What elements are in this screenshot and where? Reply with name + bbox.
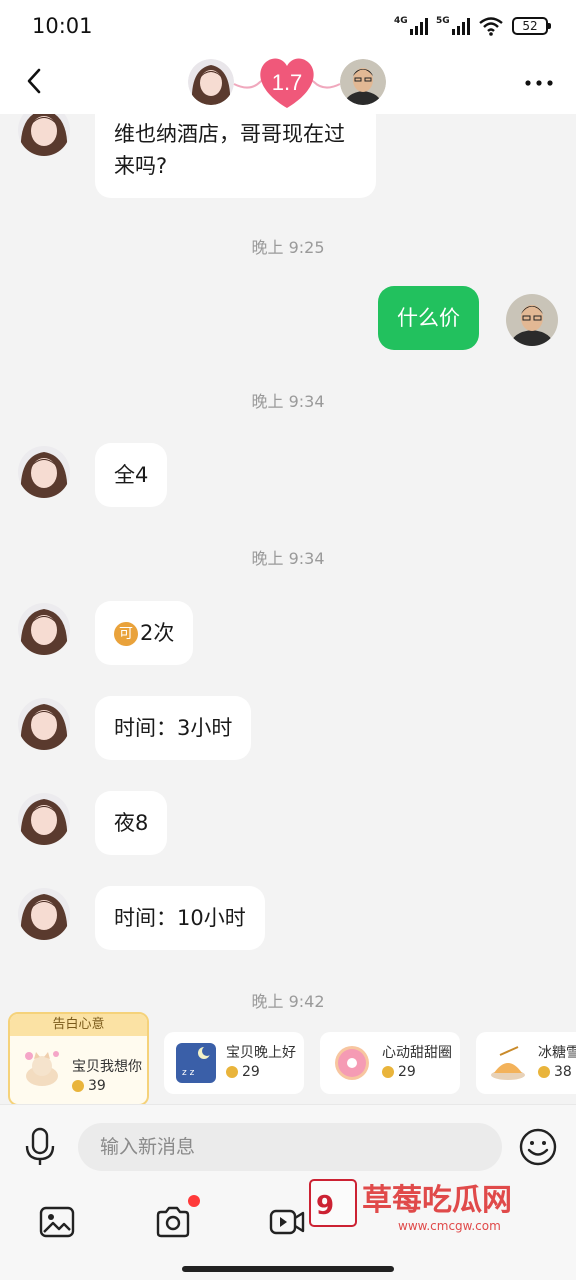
gift-strip[interactable]: 告白心意 宝贝我想你 39 z z 宝贝晚上好 29 心动甜甜圈 29 冰糖雪 …: [0, 1010, 576, 1106]
her-avatar-icon: [18, 888, 70, 940]
gift-item-featured[interactable]: 告白心意 宝贝我想你 39: [8, 1012, 149, 1106]
her-avatar[interactable]: [18, 698, 70, 750]
gift-item[interactable]: 冰糖雪 38: [476, 1032, 576, 1094]
timestamp: 晚上 9:34: [251, 549, 325, 568]
gift-name: 宝贝我想你: [72, 1059, 142, 1075]
gift-price: 29: [226, 1064, 260, 1080]
my-avatar-icon[interactable]: [340, 59, 386, 105]
chat-header: 1.7: [0, 52, 576, 114]
wifi-icon: [479, 17, 503, 36]
her-avatar-icon: [18, 114, 70, 156]
home-indicator[interactable]: [182, 1266, 394, 1272]
good-night-card-icon: z z: [176, 1043, 216, 1083]
gift-price: 39: [72, 1078, 106, 1094]
coin-icon: [538, 1066, 550, 1078]
status-icons: 4G 5G 52: [394, 16, 551, 36]
gift-name: 冰糖雪: [538, 1045, 576, 1061]
watermark-url: www.cmcgw.com: [398, 1219, 501, 1233]
cat-gift-icon: [25, 1051, 59, 1086]
her-avatar[interactable]: [18, 446, 70, 498]
gift-price-value: 29: [398, 1064, 416, 1080]
message-bubble[interactable]: 时间：3小时: [95, 696, 252, 760]
gift-price: 38: [538, 1064, 572, 1080]
intimacy-value: 1.7: [271, 70, 303, 95]
image-picker-icon[interactable]: [38, 1203, 76, 1241]
donut-icon: [335, 1046, 369, 1080]
message-text-line: 来吗?: [114, 154, 168, 178]
battery-icon: 52: [512, 17, 551, 35]
signal-5g-icon: 5G: [436, 16, 470, 35]
her-avatar-icon: [18, 603, 70, 655]
video-icon[interactable]: [268, 1203, 306, 1241]
notification-dot: [188, 1195, 200, 1207]
gift-name: 宝贝晚上好: [226, 1045, 296, 1061]
gift-item[interactable]: 心动甜甜圈 29: [320, 1032, 460, 1094]
featured-gift-tag: 告白心意: [10, 1014, 147, 1036]
message-bubble[interactable]: 全4: [95, 443, 168, 507]
message-text: 时间：3小时: [114, 716, 233, 740]
more-options-icon[interactable]: [522, 68, 556, 98]
her-avatar-icon: [18, 793, 70, 845]
coin-icon: [382, 1066, 394, 1078]
signal-4g-icon: 4G: [394, 16, 428, 35]
microphone-icon[interactable]: [22, 1127, 58, 1167]
message-bubble[interactable]: 可 2次: [95, 601, 194, 665]
her-avatar[interactable]: [18, 603, 70, 655]
my-avatar-icon: [506, 294, 558, 346]
coin-icon: [72, 1080, 84, 1092]
gift-price-value: 29: [242, 1064, 260, 1080]
message-text: 夜8: [114, 811, 149, 835]
network-4g-label: 4G: [394, 16, 408, 26]
message-text: 时间：10小时: [114, 906, 246, 930]
emoji-icon[interactable]: [518, 1127, 558, 1167]
camera-icon[interactable]: [154, 1203, 192, 1241]
timestamp: 晚上 9:42: [251, 992, 325, 1010]
watermark-logo-icon: 9 草莓吃瓜网 www.cmcgw.com: [309, 1179, 512, 1233]
back-arrow-icon[interactable]: [20, 66, 50, 96]
gift-name: 心动甜甜圈: [382, 1045, 452, 1061]
my-avatar[interactable]: [506, 294, 558, 346]
message-bubble[interactable]: 维也纳酒店，哥哥现在过 来吗?: [95, 114, 376, 198]
her-avatar-icon[interactable]: [188, 59, 234, 105]
status-bar: 10:01 4G 5G 52: [0, 0, 576, 52]
message-text: 全4: [114, 463, 149, 487]
message-text-line: 维也纳酒店，哥哥现在过: [114, 122, 345, 146]
message-input[interactable]: [78, 1123, 502, 1171]
timestamp: 晚上 9:25: [251, 238, 325, 257]
message-bubble[interactable]: 时间：10小时: [95, 886, 265, 950]
watermark-text: 草莓吃瓜网: [362, 1183, 512, 1218]
chat-messages[interactable]: 维也纳酒店，哥哥现在过 来吗? 晚上 9:25 什么价 晚上 9:34 全4 晚…: [0, 114, 576, 1010]
svg-text:9: 9: [316, 1191, 334, 1221]
her-avatar-icon: [18, 446, 70, 498]
gift-price: 29: [382, 1064, 416, 1080]
her-avatar[interactable]: [18, 888, 70, 940]
gift-item[interactable]: z z 宝贝晚上好 29: [164, 1032, 304, 1094]
status-time: 10:01: [32, 14, 93, 38]
her-avatar-icon: [18, 698, 70, 750]
message-bubble[interactable]: 夜8: [95, 791, 168, 855]
my-message-bubble[interactable]: 什么价: [378, 286, 479, 350]
dessert-icon: [491, 1046, 525, 1080]
message-text: 什么价: [397, 306, 460, 330]
coin-emoji-icon: 可: [114, 622, 138, 646]
message-text: 2次: [140, 621, 175, 645]
gift-price-value: 39: [88, 1078, 106, 1094]
her-avatar[interactable]: [18, 793, 70, 845]
her-avatar[interactable]: [18, 114, 70, 156]
timestamp: 晚上 9:34: [251, 392, 325, 411]
svg-text:z z: z z: [182, 1068, 195, 1078]
gift-price-value: 38: [554, 1064, 572, 1080]
coin-icon: [226, 1066, 238, 1078]
network-5g-label: 5G: [436, 16, 450, 26]
